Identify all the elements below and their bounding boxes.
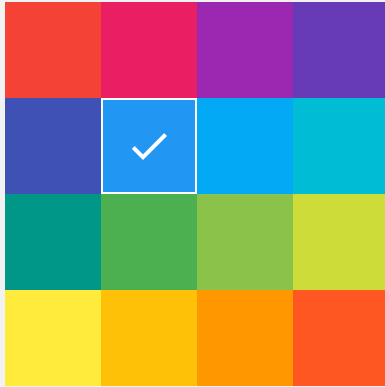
swatch-green[interactable]	[101, 194, 197, 290]
swatch-orange[interactable]	[197, 290, 293, 386]
swatch-blue[interactable]	[101, 98, 197, 194]
color-picker-grid	[5, 2, 385, 386]
check-icon	[131, 133, 167, 160]
swatch-deep-purple[interactable]	[293, 2, 385, 98]
swatch-teal[interactable]	[5, 194, 101, 290]
swatch-light-green[interactable]	[197, 194, 293, 290]
swatch-deep-orange[interactable]	[293, 290, 385, 386]
swatch-red[interactable]	[5, 2, 101, 98]
swatch-yellow[interactable]	[5, 290, 101, 386]
swatch-lime[interactable]	[293, 194, 385, 290]
swatch-cyan[interactable]	[293, 98, 385, 194]
swatch-indigo[interactable]	[5, 98, 101, 194]
swatch-purple[interactable]	[197, 2, 293, 98]
swatch-light-blue[interactable]	[197, 98, 293, 194]
swatch-pink[interactable]	[101, 2, 197, 98]
swatch-amber[interactable]	[101, 290, 197, 386]
